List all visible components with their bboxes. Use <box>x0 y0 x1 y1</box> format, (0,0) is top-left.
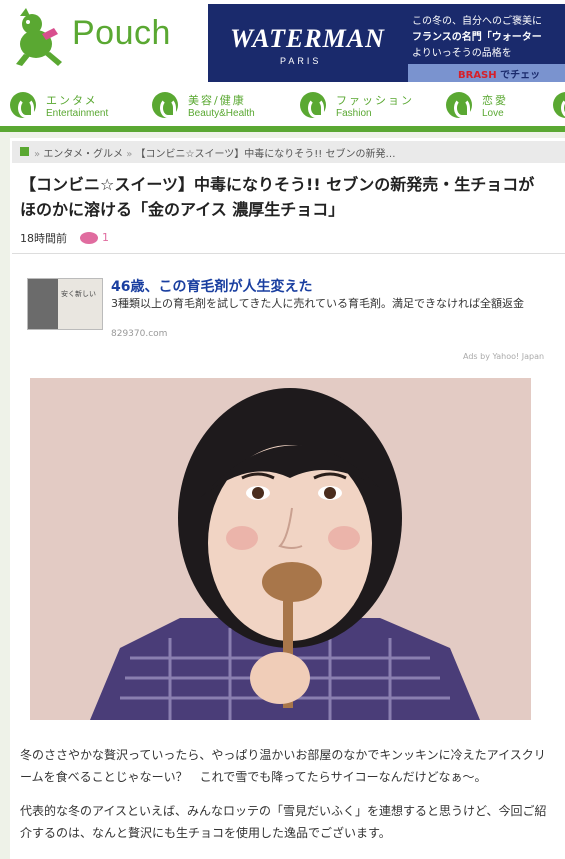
breadcrumb-category[interactable]: エンタメ・グルメ <box>43 149 123 160</box>
ad-line-1: この冬の、自分へのご褒美に <box>412 16 542 27</box>
star-icon <box>10 92 36 118</box>
woman-with-ice-cream-photo <box>30 378 531 720</box>
leaf-icon <box>152 92 178 118</box>
ad-brash-brand: BRASH <box>458 70 497 81</box>
shirt-icon <box>300 92 326 118</box>
comment-icon[interactable] <box>80 232 98 244</box>
ad-brand-sub: PARIS <box>280 56 322 66</box>
heart-icon <box>446 92 472 118</box>
article-photo <box>30 378 531 720</box>
kangaroo-logo-icon[interactable] <box>6 6 66 68</box>
nav-label-en: Love <box>482 108 504 119</box>
article-timestamp: 18時間前 <box>20 232 67 245</box>
nav-label-en: Entertainment <box>46 108 109 119</box>
ad-brand: WATERMAN <box>230 24 385 53</box>
breadcrumb-current: 【コンビニ☆スイーツ】中毒になりそう!! セブンの新発… <box>135 149 396 160</box>
ad-brash-rest: でチェッ <box>500 70 541 81</box>
breadcrumb: » エンタメ・グルメ » 【コンビニ☆スイーツ】中毒になりそう!! セブンの新発… <box>12 141 565 163</box>
ad-thumbnail[interactable]: 安く新しい <box>27 278 103 330</box>
breadcrumb-separator: » <box>126 149 133 160</box>
ad-line-2: フランスの名門「ウォーター <box>412 32 542 43</box>
site-header: Pouch WATERMAN PARIS この冬の、自分へのご褒美に フランスの… <box>0 0 565 86</box>
comment-count[interactable]: 1 <box>102 231 109 244</box>
nav-label-jp: 美容/健康 <box>188 94 246 107</box>
nav-item-beauty[interactable]: 美容/健康 Beauty&Health <box>152 90 282 124</box>
nav-item-fashion[interactable]: ファッション Fashion <box>300 90 430 124</box>
ad-brash-text: BRASH でチェッ <box>458 66 540 81</box>
nav-item-more[interactable] <box>553 90 565 124</box>
ads-by-label[interactable]: Ads by Yahoo! Japan <box>463 352 544 361</box>
ad-url[interactable]: 829370.com <box>111 329 167 339</box>
breadcrumb-separator: » <box>34 149 41 160</box>
ad-thumbnail-text: 安く新しい <box>61 290 96 298</box>
article-paragraph: 冬のささやかな贅沢っていったら、やっぱり温かいお部屋のなかでキンッキンに冷えたア… <box>20 748 546 784</box>
nav-item-entertainment[interactable]: エンタメ Entertainment <box>10 90 140 124</box>
divider <box>12 253 565 254</box>
nav-label-en: Beauty&Health <box>188 108 255 119</box>
breadcrumb-trail: » エンタメ・グルメ » 【コンビニ☆スイーツ】中毒になりそう!! セブンの新発… <box>34 145 395 160</box>
nav-label-jp: エンタメ <box>46 94 98 107</box>
nav-label-jp: 恋愛 <box>482 94 508 107</box>
nav-label-jp: ファッション <box>336 94 414 107</box>
ad-thumbnail-photo <box>28 279 58 329</box>
ad-title-link[interactable]: 46歳、この育毛剤が人生変えた <box>111 276 312 296</box>
breadcrumb-home-icon[interactable] <box>20 147 29 156</box>
ad-description: 3種類以上の育毛剤を試してきた人に売れている育毛剤。満足できなければ全額返金 <box>111 297 525 310</box>
category-nav: エンタメ Entertainment 美容/健康 Beauty&Health フ… <box>0 86 565 132</box>
ad-line-3: よりいっそうの品格を <box>412 48 512 59</box>
article-paragraph: 代表的な冬のアイスといえば、みんなロッテの「雪見だいふく」を連想すると思うけど、… <box>20 804 547 840</box>
article-title: 【コンビニ☆スイーツ】中毒になりそう!! セブンの新発売・生チョコがほのかに溶け… <box>20 175 535 219</box>
more-category-icon <box>553 92 565 118</box>
site-logo-text[interactable]: Pouch <box>72 14 171 53</box>
nav-label-en: Fashion <box>336 108 372 119</box>
waterman-ad-banner[interactable]: WATERMAN PARIS この冬の、自分へのご褒美に フランスの名門「ウォー… <box>208 4 565 82</box>
nav-item-love[interactable]: 恋愛 Love <box>446 90 536 124</box>
sponsored-ad[interactable]: 安く新しい 46歳、この育毛剤が人生変えた 3種類以上の育毛剤を試してきた人に売… <box>20 270 550 340</box>
